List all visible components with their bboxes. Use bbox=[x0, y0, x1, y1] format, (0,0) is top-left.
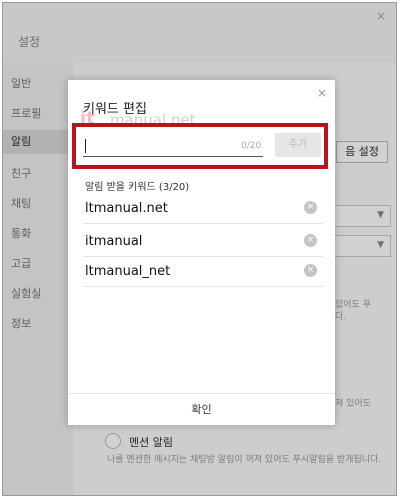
keyword-item: ltmanual.net × bbox=[83, 194, 323, 224]
delete-keyword-icon[interactable]: × bbox=[304, 201, 317, 214]
keyword-item: itmanual × bbox=[83, 227, 323, 257]
delete-keyword-icon[interactable]: × bbox=[304, 264, 317, 277]
keyword-text: itmanual bbox=[85, 234, 143, 249]
keyword-item: ltmanual_net × bbox=[83, 257, 323, 287]
confirm-button[interactable]: 확인 bbox=[68, 393, 335, 425]
highlight-box bbox=[72, 123, 328, 169]
keyword-text: ltmanual.net bbox=[85, 201, 168, 216]
keyword-text: ltmanual_net bbox=[85, 264, 171, 279]
keyword-list-label: 알림 받을 키워드 (3/20) bbox=[85, 182, 190, 193]
dialog-close-icon[interactable]: × bbox=[317, 86, 327, 100]
delete-keyword-icon[interactable]: × bbox=[304, 234, 317, 247]
